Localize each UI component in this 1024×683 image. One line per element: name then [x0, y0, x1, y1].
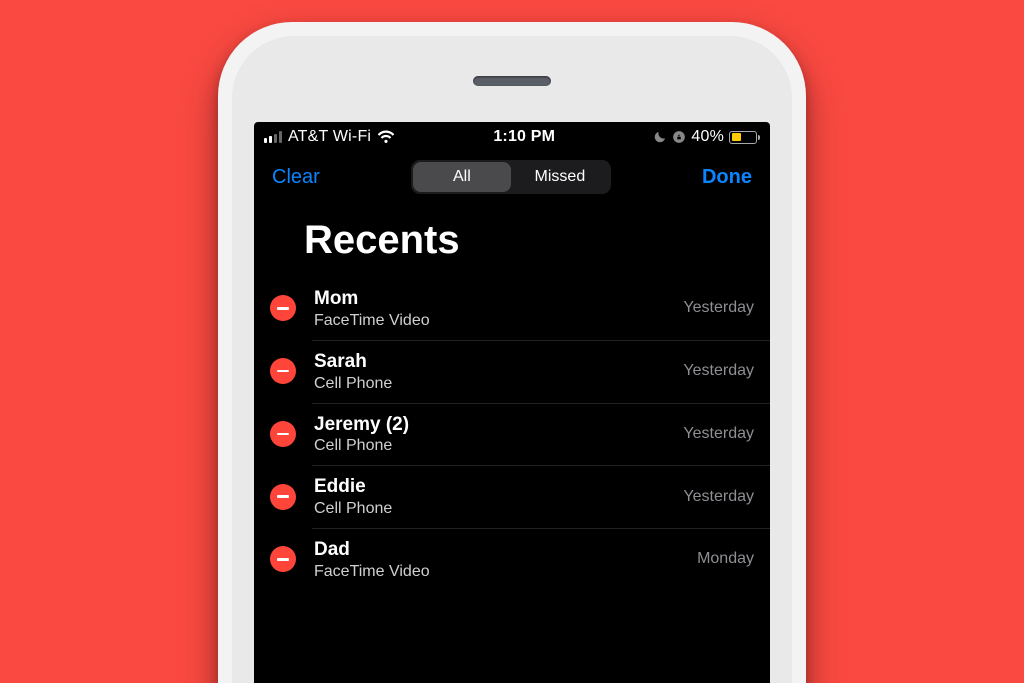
status-left: AT&T Wi-Fi: [264, 128, 395, 146]
call-row[interactable]: Jeremy (2) Cell Phone Yesterday: [254, 403, 770, 466]
tab-all[interactable]: All: [413, 162, 511, 192]
clear-button[interactable]: Clear: [272, 166, 320, 189]
call-info: Mom FaceTime Video: [314, 287, 673, 330]
delete-button[interactable]: [270, 421, 296, 447]
delete-button[interactable]: [270, 484, 296, 510]
call-row[interactable]: Mom FaceTime Video Yesterday: [254, 277, 770, 340]
status-right: 40%: [653, 128, 760, 146]
call-row[interactable]: Dad FaceTime Video Monday: [254, 528, 770, 591]
call-name: Jeremy (2): [314, 413, 673, 437]
carrier-label: AT&T Wi-Fi: [288, 128, 371, 146]
call-info: Jeremy (2) Cell Phone: [314, 413, 673, 456]
cellular-signal-icon: [264, 131, 282, 143]
call-name: Eddie: [314, 475, 673, 499]
minus-icon: [277, 370, 289, 373]
call-name: Sarah: [314, 350, 673, 374]
tab-missed[interactable]: Missed: [511, 162, 609, 192]
call-subtitle: FaceTime Video: [314, 312, 673, 330]
call-row[interactable]: Eddie Cell Phone Yesterday: [254, 465, 770, 528]
phone-frame: AT&T Wi-Fi 1:10 PM 40%: [218, 22, 806, 683]
page-title: Recents: [254, 204, 770, 277]
phone-bezel: AT&T Wi-Fi 1:10 PM 40%: [232, 36, 792, 683]
call-subtitle: FaceTime Video: [314, 563, 687, 581]
call-info: Dad FaceTime Video: [314, 538, 687, 581]
minus-icon: [277, 307, 289, 310]
delete-button[interactable]: [270, 295, 296, 321]
call-time: Monday: [687, 550, 754, 568]
call-name: Mom: [314, 287, 673, 311]
do-not-disturb-icon: [653, 130, 667, 144]
screen: AT&T Wi-Fi 1:10 PM 40%: [254, 122, 770, 683]
call-info: Sarah Cell Phone: [314, 350, 673, 393]
delete-button[interactable]: [270, 546, 296, 572]
filter-segmented-control[interactable]: All Missed: [411, 160, 611, 194]
call-name: Dad: [314, 538, 687, 562]
delete-button[interactable]: [270, 358, 296, 384]
call-info: Eddie Cell Phone: [314, 475, 673, 518]
status-bar: AT&T Wi-Fi 1:10 PM 40%: [254, 122, 770, 152]
call-subtitle: Cell Phone: [314, 437, 673, 455]
call-subtitle: Cell Phone: [314, 375, 673, 393]
orientation-lock-icon: [672, 130, 686, 144]
earpiece: [473, 76, 551, 86]
status-time: 1:10 PM: [395, 128, 653, 146]
call-subtitle: Cell Phone: [314, 500, 673, 518]
call-time: Yesterday: [673, 362, 754, 380]
minus-icon: [277, 433, 289, 436]
call-time: Yesterday: [673, 488, 754, 506]
recents-list[interactable]: Mom FaceTime Video Yesterday Sarah Cell …: [254, 277, 770, 591]
call-time: Yesterday: [673, 299, 754, 317]
call-time: Yesterday: [673, 425, 754, 443]
done-button[interactable]: Done: [702, 166, 752, 189]
call-row[interactable]: Sarah Cell Phone Yesterday: [254, 340, 770, 403]
battery-icon: [729, 131, 760, 144]
wifi-icon: [377, 128, 395, 146]
nav-bar: Clear All Missed Done: [254, 152, 770, 204]
minus-icon: [277, 558, 289, 561]
battery-percent: 40%: [691, 128, 724, 146]
minus-icon: [277, 495, 289, 498]
